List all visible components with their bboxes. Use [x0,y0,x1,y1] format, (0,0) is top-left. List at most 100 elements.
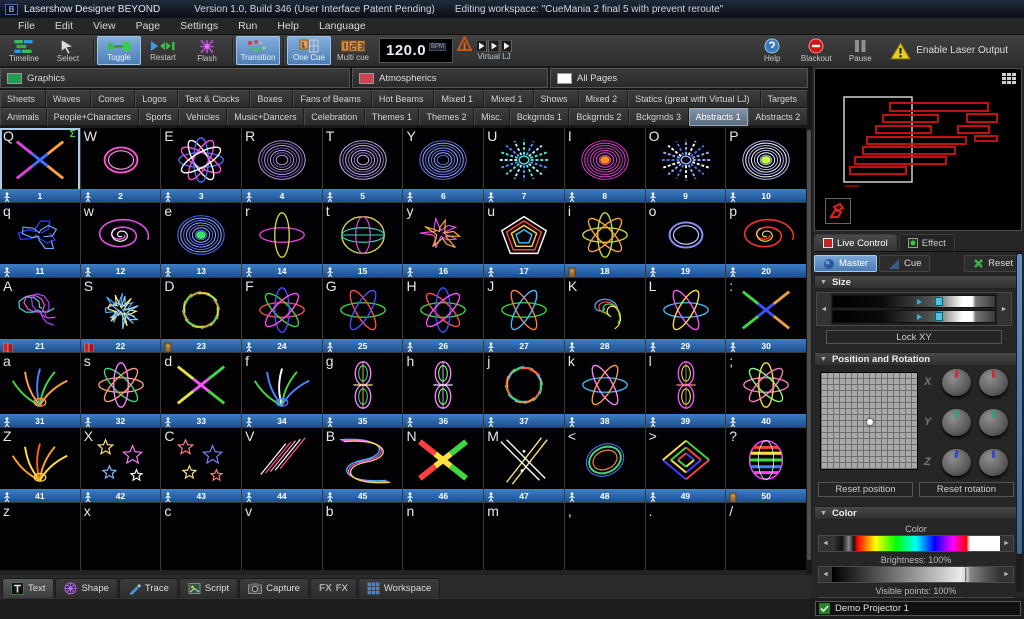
cue-cell-f[interactable]: F 24 [242,278,322,352]
cue-cell-d[interactable]: d 33 [161,353,242,427]
cue-cell-n[interactable]: n [403,503,484,573]
position-section-header[interactable]: ▼ Position and Rotation [814,352,1022,366]
cue-cell-c[interactable]: C 43 [161,428,242,502]
color-section-header[interactable]: ▼ Color [814,506,1022,520]
tool-tab-workspace[interactable]: Workspace [357,578,441,598]
cue-cell-l[interactable]: l 39 [645,353,726,427]
page-tab-hot-beams[interactable]: Hot Beams [371,90,435,108]
projector-check-icon[interactable] [819,603,830,614]
cue-cell-v[interactable]: V 44 [242,428,322,502]
cue-cell-u[interactable]: u 17 [484,203,564,277]
multi-cue-button[interactable]: Multi cue [331,36,375,65]
reset-button[interactable]: Reset [964,255,1022,272]
z-knob[interactable] [979,448,1008,476]
slider-left-arrow[interactable]: ◄ [819,536,832,551]
size-section-header[interactable]: ▼ Size [814,275,1022,289]
cue-cell-x[interactable]: x [80,503,161,573]
cue-button[interactable]: Cue [879,255,931,272]
cue-cell-s[interactable]: S 22 [80,278,161,352]
page-tab-shows[interactable]: Shows [533,90,579,108]
cue-cell-m[interactable]: M 47 [484,428,564,502]
z-knob[interactable] [942,448,971,476]
cue-cell-z[interactable]: Z 41 [0,428,80,502]
cue-cell-g[interactable]: G 25 [322,278,403,352]
page-tab-misc[interactable]: Misc. [474,108,510,126]
menu-item-settings[interactable]: Settings [170,20,228,32]
slider-right-arrow[interactable]: ► [1000,567,1013,582]
cue-cell-g[interactable]: g 35 [322,353,403,427]
page-tab-statics-great-with-virtual-lj[interactable]: Statics (great with Virtual LJ) [628,90,761,108]
cue-cell-h[interactable]: H 26 [403,278,484,352]
flash-button[interactable]: Flash [185,36,229,65]
cue-cell-k[interactable]: k 38 [564,353,645,427]
page-tab-celebration[interactable]: Celebration [304,108,365,126]
cue-cell-k[interactable]: K 28 [564,278,645,352]
page-tab-sports[interactable]: Sports [138,108,180,126]
menu-item-language[interactable]: Language [309,20,376,32]
tool-tab-text[interactable]: Text [2,578,55,598]
page-tab-abstracts-1[interactable]: Abstracts 1 [688,108,749,126]
cue-cell-y[interactable]: y 16 [403,203,484,277]
transition-button[interactable]: Transition [236,36,280,65]
page-tab-mixed-1[interactable]: Mixed 1 [484,90,534,108]
cue-cell-h[interactable]: h 36 [403,353,484,427]
category-tab-atmospherics[interactable]: Atmospherics [352,68,548,88]
bpm-display[interactable]: 120.0 BPM [379,38,454,63]
page-tab-cones[interactable]: Cones [91,90,136,108]
reset-position-button[interactable]: Reset position [818,482,913,497]
blackout-button[interactable]: Blackout [794,36,838,65]
lock-xy-button[interactable]: Lock XY [826,330,1002,344]
cue-cell-u[interactable]: U7 [484,128,564,202]
page-tab-mixed-2[interactable]: Mixed 2 [578,90,629,108]
size-slider-right-arrow[interactable]: ► [997,293,1011,325]
cue-cell-i[interactable]: I8 [564,128,645,202]
x-knob[interactable] [942,368,971,396]
page-tab-themes-1[interactable]: Themes 1 [364,108,420,126]
page-tab-targets[interactable]: Targets [760,90,809,108]
page-tab-music-dancers[interactable]: Music+Dancers [227,108,305,126]
cue-cell-o[interactable]: O9 [645,128,726,202]
page-tab-text-clocks[interactable]: Text & Clocks [177,90,251,108]
restart-button[interactable]: Restart [141,36,185,65]
y-knob[interactable] [942,408,971,436]
page-tab-themes-2[interactable]: Themes 2 [419,108,475,126]
cue-cell-s[interactable]: s 32 [80,353,161,427]
toggle-button[interactable]: Toggle [97,36,141,65]
size-y-slider[interactable] [832,310,996,323]
cue-cell-w[interactable]: w 12 [80,203,161,277]
cue-cell-key[interactable]: ? 50 [726,428,806,502]
page-tab-abstracts-2[interactable]: Abstracts 2 [748,108,808,126]
tool-tab-script[interactable]: Script [178,578,239,598]
one-cue-button[interactable]: One Cue [287,36,331,65]
tool-tab-shape[interactable]: Shape [55,578,118,598]
tool-tab-capture[interactable]: Capture [239,578,309,598]
reset-rotation-button[interactable]: Reset rotation [919,482,1014,497]
virtual-lj-buttons[interactable]: Virtual LJ [476,36,513,65]
x-knob[interactable] [979,368,1008,396]
cue-cell-v[interactable]: v [242,503,322,573]
cue-cell-x[interactable]: X 42 [80,428,161,502]
page-tab-people-characters[interactable]: People+Characters [46,108,139,126]
tool-tab-fx[interactable]: FX FX [309,578,357,598]
cue-cell-i[interactable]: i 18 [564,203,645,277]
tool-tab-trace[interactable]: Trace [118,578,178,598]
preview-cue-thumb[interactable] [825,198,851,224]
cue-cell-d[interactable]: D 23 [161,278,242,352]
page-tab-waves[interactable]: Waves [46,90,92,108]
enable-laser-output-button[interactable]: Enable Laser Output [882,36,1016,65]
cue-cell-y[interactable]: Y6 [403,128,484,202]
menu-item-edit[interactable]: Edit [45,20,83,32]
y-knob[interactable] [979,408,1008,436]
laser-preview[interactable] [814,68,1022,231]
page-tab-bckgrnds-2[interactable]: Bckgrnds 2 [569,108,629,126]
cue-cell-f[interactable]: f 34 [242,353,322,427]
cue-cell-key[interactable]: , [564,503,645,573]
slider-handle[interactable] [963,567,966,582]
cue-cell-p[interactable]: P 10 [726,128,806,202]
cue-cell-e[interactable]: e 13 [161,203,242,277]
cue-cell-o[interactable]: o 19 [645,203,726,277]
category-tab-all-pages[interactable]: All Pages [550,68,808,88]
page-tab-bckgrnds-1[interactable]: Bckgrnds 1 [509,108,570,126]
slider-left-arrow[interactable]: ◄ [819,567,832,582]
pause-button[interactable]: Pause [838,36,882,65]
